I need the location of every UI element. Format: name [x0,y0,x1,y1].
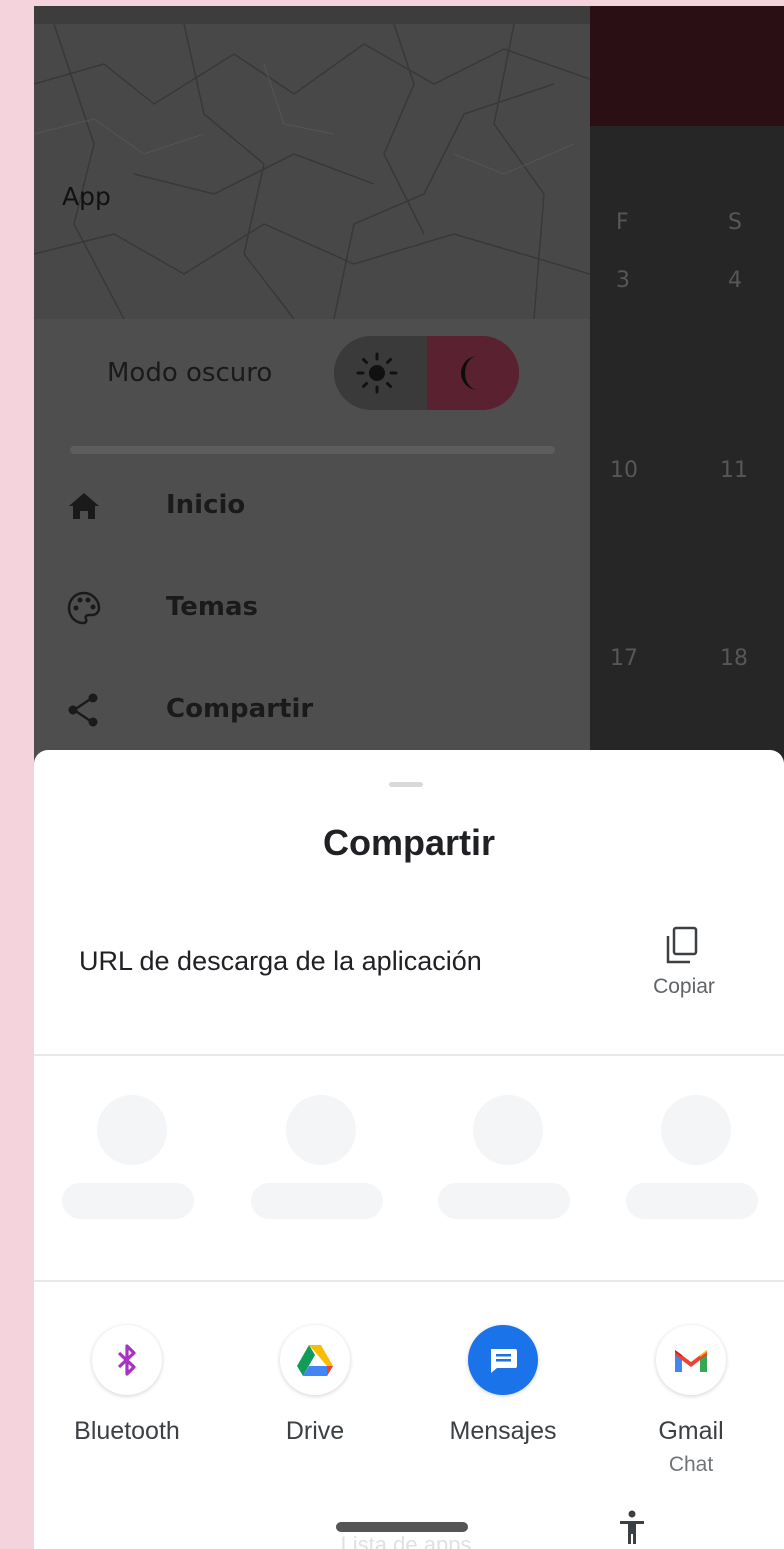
phone-screen: F S 3 4 10 11 17 18 App Modo oscuro Inic… [34,6,784,1549]
calendar-day[interactable]: 17 [610,646,638,671]
direct-share-placeholder [438,1095,578,1235]
calendar-day[interactable]: 10 [610,458,638,483]
app-label: Gmail [658,1417,724,1445]
app-sublabel: Chat [668,1453,714,1476]
app-icon-container [468,1325,538,1395]
drawer-header: App [34,24,590,319]
divider [34,1054,784,1056]
marble-texture [34,24,590,319]
divider [70,446,555,454]
app-label: Bluetooth [74,1417,180,1445]
share-target-messages[interactable]: Mensajes [418,1325,588,1475]
app-title: App [62,182,111,211]
app-icon-container [92,1325,162,1395]
moon-icon[interactable] [452,352,492,394]
placeholder-avatar [661,1095,731,1165]
home-icon [69,493,99,519]
share-bottom-sheet: Compartir URL de descarga de la aplicaci… [34,750,784,1549]
calendar-day[interactable]: 18 [720,646,748,671]
placeholder-label [251,1183,383,1219]
apps-list-label: Lista de apps [340,1532,472,1549]
sun-icon[interactable] [356,352,398,394]
app-icon-container [280,1325,350,1395]
menu-item-label: Compartir [166,694,314,724]
messages-icon [491,1349,517,1373]
menu-item-temas[interactable]: Temas [34,570,590,650]
share-target-bluetooth[interactable]: Bluetooth [42,1325,212,1475]
calendar-day[interactable]: 4 [728,268,742,293]
placeholder-label [438,1183,570,1219]
home-indicator[interactable] [336,1522,468,1532]
app-icon-container [656,1325,726,1395]
palette-icon [67,591,101,625]
weekday-label: F [616,210,629,235]
navigation-drawer: App Modo oscuro Inicio Temas Compartir [34,6,590,766]
placeholder-avatar [473,1095,543,1165]
share-icon [68,693,98,727]
direct-share-placeholder [626,1095,766,1235]
share-target-drive[interactable]: Drive [230,1325,400,1475]
menu-item-label: Temas [166,592,259,622]
sheet-title: Compartir [322,822,496,863]
status-bar [34,6,590,24]
app-label: Mensajes [449,1417,557,1445]
weekday-label: S [728,210,742,235]
placeholder-label [62,1183,194,1219]
share-preview-text: URL de descarga de la aplicación [79,946,482,976]
theme-toggle[interactable] [334,336,519,410]
share-target-gmail[interactable]: Gmail Chat [606,1325,776,1476]
calendar-day[interactable]: 3 [616,268,630,293]
gmail-icon [675,1350,707,1372]
direct-share-placeholder [62,1095,202,1235]
bluetooth-icon [117,1344,136,1376]
copy-label: Copiar [653,975,715,998]
dark-mode-label: Modo oscuro [107,358,273,388]
app-label: Drive [285,1417,345,1445]
copy-icon [666,926,698,964]
placeholder-avatar [97,1095,167,1165]
divider [34,1280,784,1282]
direct-share-placeholder [251,1095,391,1235]
placeholder-avatar [286,1095,356,1165]
drag-handle[interactable] [389,782,423,787]
menu-item-label: Inicio [166,490,246,520]
placeholder-label [626,1183,758,1219]
menu-item-inicio[interactable]: Inicio [34,468,590,548]
copy-button[interactable]: Copiar [634,920,734,1010]
accessibility-icon[interactable] [617,1510,647,1546]
menu-item-compartir[interactable]: Compartir [34,672,590,752]
app-bar [590,6,784,126]
google-drive-icon [297,1345,333,1376]
calendar-day[interactable]: 11 [720,458,748,483]
dark-mode-row: Modo oscuro [34,336,590,416]
